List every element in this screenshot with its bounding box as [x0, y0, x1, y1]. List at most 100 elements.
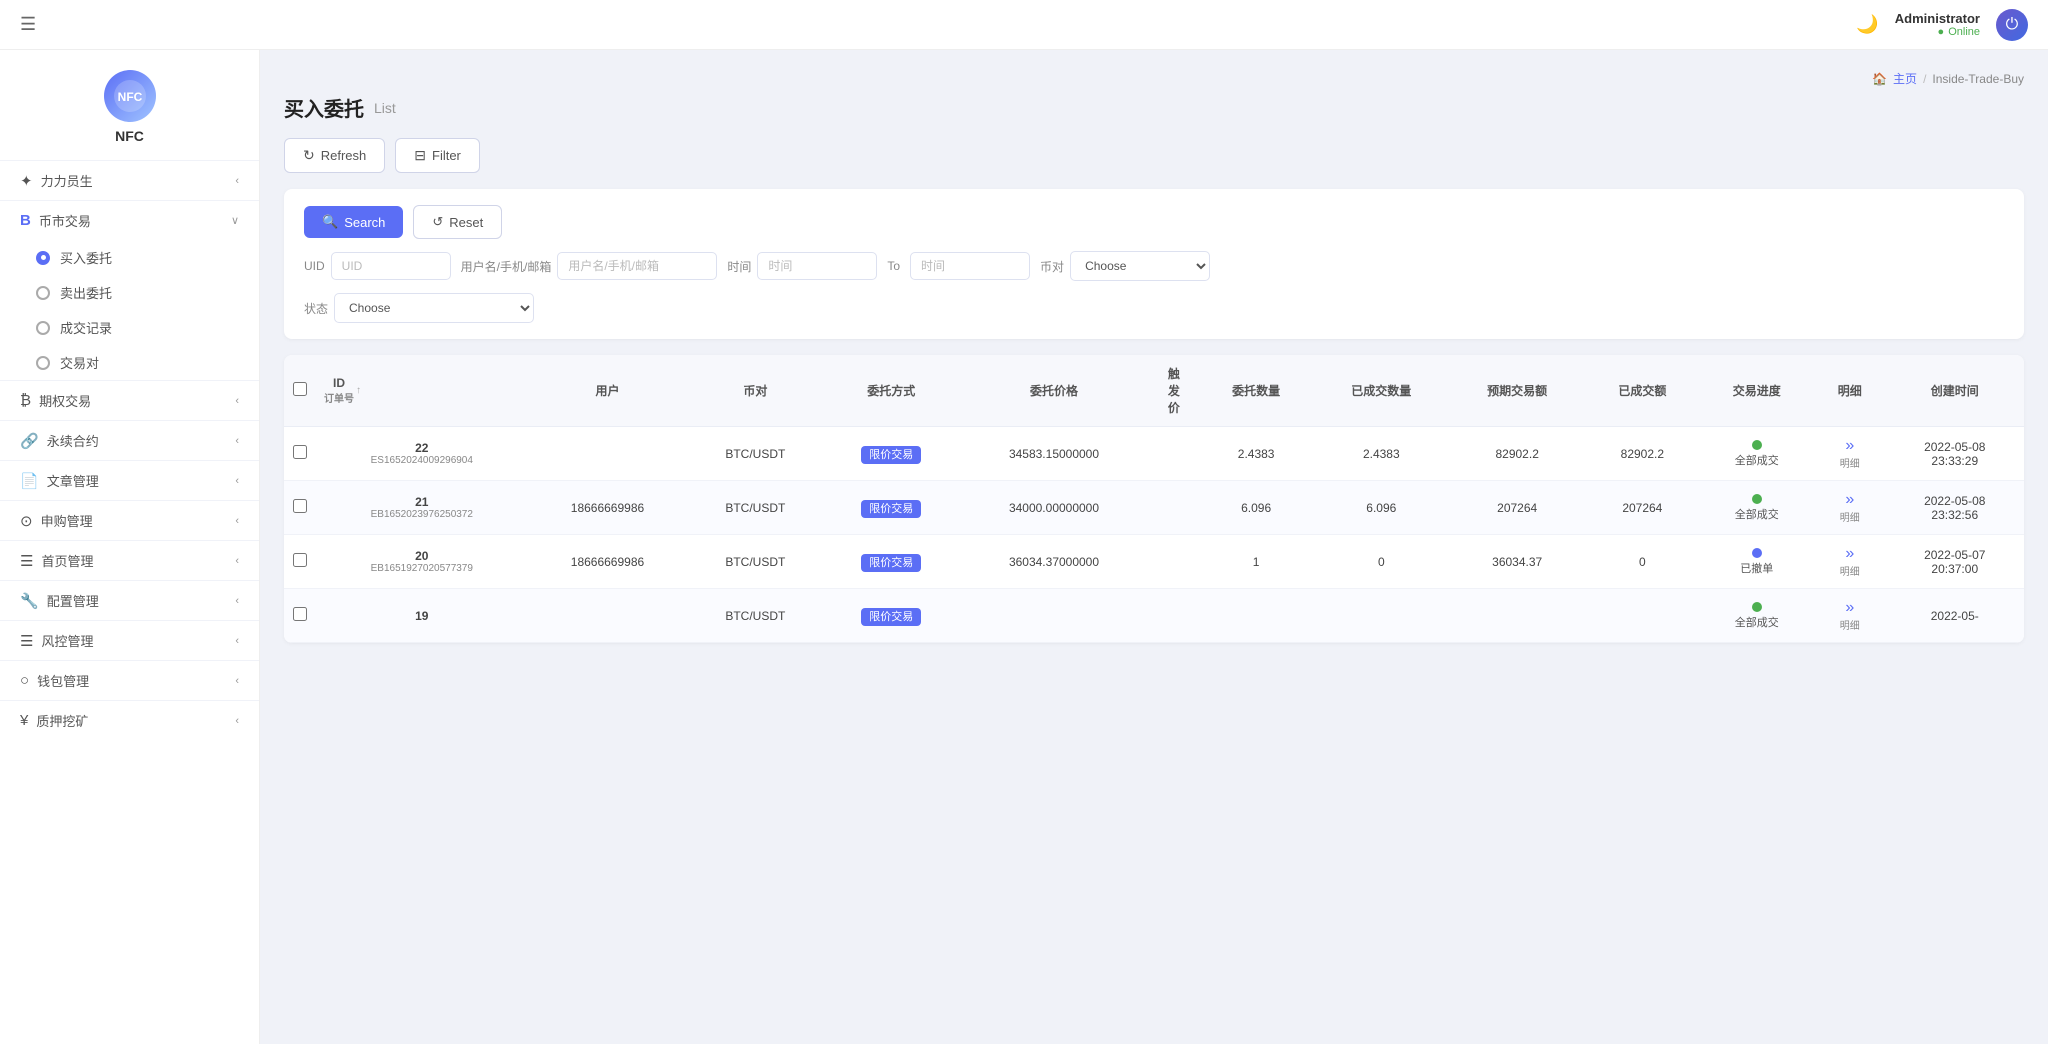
sidebar-item-sell-delegate[interactable]: 卖出委托 [0, 275, 259, 310]
table-header-row: ID 订单号 ↑ 用户 币对 委托方式 委托价格 触发价 [284, 355, 2024, 427]
sidebar-group-config[interactable]: 🔧 配置管理 ‹ [0, 581, 259, 620]
sidebar-group-perpetual[interactable]: 🔗 永续合约 ‹ [0, 421, 259, 460]
search-row-buttons: 🔍 Search ↺ Reset [304, 205, 2004, 239]
sidebar-item-trade-pair[interactable]: 交易对 [0, 345, 259, 380]
search-label: Search [344, 215, 385, 230]
row-est-amount: 207264 [1449, 481, 1585, 535]
th-orderno-label: 订单号 [324, 390, 354, 405]
row-detail: » 明细 [1814, 427, 1886, 481]
currency-select[interactable]: Choose [1070, 251, 1210, 281]
row-progress: 全部成交 [1700, 589, 1814, 643]
home-label: 首页管理 [41, 551, 93, 570]
sidebar-group-force-user[interactable]: ✦ 力力员生 ‹ [0, 161, 259, 200]
detail-link[interactable]: » [1845, 599, 1854, 616]
config-label: 配置管理 [47, 591, 99, 610]
sidebar-group-options[interactable]: ₿ 期权交易 ‹ [0, 381, 259, 420]
detail-link[interactable]: » [1845, 491, 1854, 508]
logo-icon: NFC [104, 70, 156, 122]
row-pair: BTC/USDT [687, 535, 823, 589]
status-select[interactable]: Choose [334, 293, 534, 323]
sidebar-group-risk[interactable]: ☰ 风控管理 ‹ [0, 621, 259, 660]
search-row-status: 状态 Choose [304, 293, 2004, 323]
sidebar-section-home: ☰ 首页管理 ‹ [0, 540, 259, 580]
detail-link[interactable]: » [1845, 437, 1854, 454]
progress-label: 全部成交 [1735, 506, 1779, 522]
home-icon: ☰ [20, 552, 33, 570]
time-to-label: To [883, 259, 904, 273]
wallet-label: 钱包管理 [37, 671, 89, 690]
row-detail: » 明细 [1814, 589, 1886, 643]
row-checkbox[interactable] [293, 499, 307, 513]
row-detail: » 明细 [1814, 535, 1886, 589]
options-icon: ₿ [20, 392, 31, 409]
row-est-amount: 36034.37 [1449, 535, 1585, 589]
table-row: 22 ES1652024009296904 BTC/USDT 限价交易 3458… [284, 427, 2024, 481]
detail-text: 明细 [1840, 513, 1860, 524]
admin-info: Administrator Online [1895, 11, 1980, 38]
sidebar-group-article[interactable]: 📄 文章管理 ‹ [0, 461, 259, 500]
sidebar-group-wallet[interactable]: ○ 钱包管理 ‹ [0, 661, 259, 700]
reset-button[interactable]: ↺ Reset [413, 205, 502, 239]
filter-button[interactable]: ⊟ Filter [395, 138, 480, 173]
th-pair: 币对 [687, 355, 823, 427]
coin-trade-label: 币市交易 [39, 211, 91, 230]
th-id: ID 订单号 ↑ [316, 355, 528, 427]
row-qty: 6.096 [1199, 481, 1313, 535]
moon-icon[interactable]: 🌙 [1856, 14, 1878, 35]
username-field-group: 用户名/手机/邮箱 [461, 252, 718, 280]
select-all-checkbox[interactable] [293, 382, 307, 396]
row-id: 22 ES1652024009296904 [316, 427, 528, 481]
username-input[interactable] [557, 252, 717, 280]
sidebar-logo: NFC NFC [0, 50, 259, 160]
config-chevron: ‹ [235, 595, 239, 607]
options-chevron: ‹ [235, 395, 239, 407]
sidebar-group-ipo[interactable]: ⊙ 申购管理 ‹ [0, 501, 259, 540]
risk-icon: ☰ [20, 632, 33, 650]
admin-name: Administrator [1895, 11, 1980, 26]
row-checkbox-cell [284, 535, 316, 589]
sidebar-item-deal-record[interactable]: 成交记录 [0, 310, 259, 345]
detail-text: 明细 [1840, 459, 1860, 470]
time-to-input[interactable] [910, 252, 1030, 280]
data-table: ID 订单号 ↑ 用户 币对 委托方式 委托价格 触发价 [284, 355, 2024, 643]
row-checkbox[interactable] [293, 553, 307, 567]
sidebar-section-coin-trade: B 币市交易 ∨ 买入委托 卖出委托 成交记录 交易对 [0, 200, 259, 380]
row-method: 限价交易 [823, 427, 959, 481]
row-checkbox[interactable] [293, 607, 307, 621]
sidebar-group-home[interactable]: ☰ 首页管理 ‹ [0, 541, 259, 580]
row-price: 36034.37000000 [959, 535, 1149, 589]
svg-text:NFC: NFC [117, 90, 142, 104]
search-button[interactable]: 🔍 Search [304, 206, 403, 238]
power-button[interactable]: ⏻ [1996, 9, 2028, 41]
article-icon: 📄 [20, 472, 39, 490]
buy-delegate-radio [36, 251, 50, 265]
row-id: 21 EB1652023976250372 [316, 481, 528, 535]
config-icon: 🔧 [20, 592, 39, 610]
row-progress: 全部成交 [1700, 481, 1814, 535]
breadcrumb-current: Inside-Trade-Buy [1932, 72, 2024, 86]
th-deal-amount: 已成交额 [1585, 355, 1699, 427]
trade-pair-radio [36, 356, 50, 370]
progress-dot [1752, 494, 1762, 504]
row-trigger [1149, 481, 1199, 535]
page-header: 买入委托 List [284, 93, 2024, 122]
sidebar-item-buy-delegate[interactable]: 买入委托 [0, 240, 259, 275]
force-user-label: 力力员生 [41, 171, 93, 190]
hamburger-icon[interactable]: ☰ [20, 14, 36, 35]
row-price: 34583.15000000 [959, 427, 1149, 481]
breadcrumb-home-link[interactable]: 主页 [1893, 70, 1917, 87]
time-from-input[interactable] [757, 252, 877, 280]
detail-link[interactable]: » [1845, 545, 1854, 562]
row-pair: BTC/USDT [687, 481, 823, 535]
progress-label: 全部成交 [1735, 614, 1779, 630]
sidebar-section-article: 📄 文章管理 ‹ [0, 460, 259, 500]
row-checkbox[interactable] [293, 445, 307, 459]
topbar-left: ☰ [20, 14, 36, 35]
sidebar-group-pledge[interactable]: ¥ 质押挖矿 ‹ [0, 701, 259, 740]
sidebar-group-coin-trade[interactable]: B 币市交易 ∨ [0, 201, 259, 240]
row-id: 20 EB1651927020577379 [316, 535, 528, 589]
refresh-button[interactable]: ↻ Refresh [284, 138, 385, 173]
th-qty: 委托数量 [1199, 355, 1313, 427]
sidebar-section-force-user: ✦ 力力员生 ‹ [0, 160, 259, 200]
uid-input[interactable] [331, 252, 451, 280]
